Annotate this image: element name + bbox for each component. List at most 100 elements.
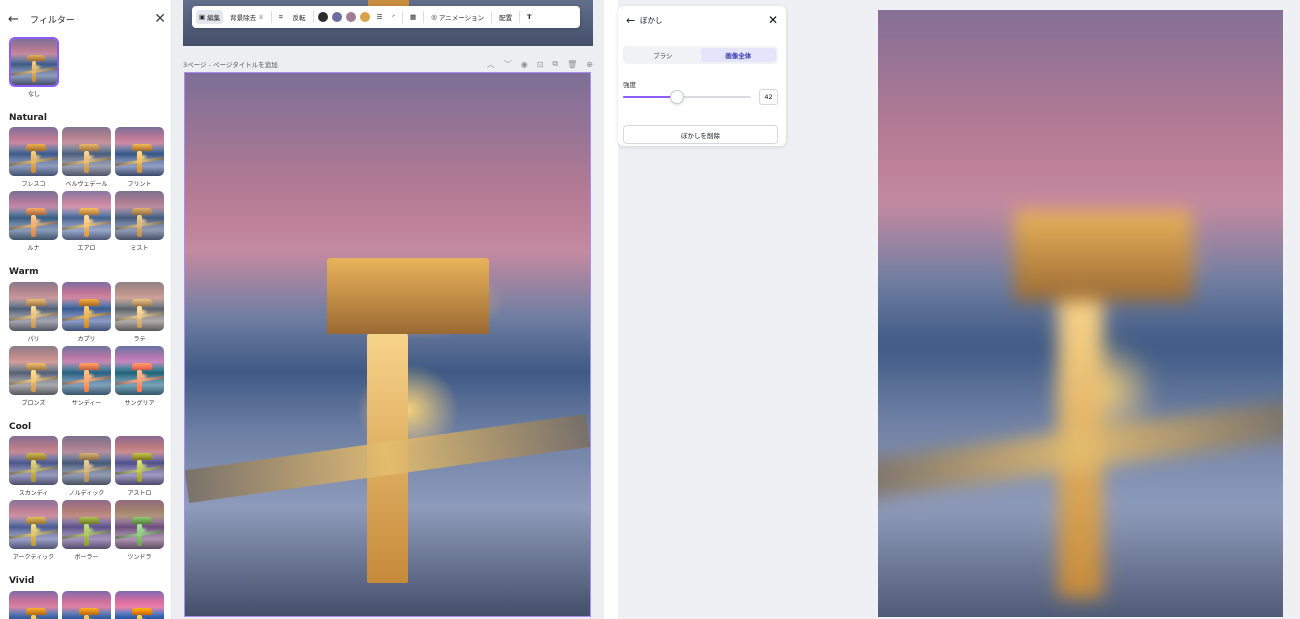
duplicate-icon[interactable]: ⧉ (552, 59, 558, 69)
copy-style-button[interactable]: T (524, 11, 534, 23)
filter-thumbnail[interactable] (9, 591, 58, 619)
color-swatch[interactable] (359, 12, 370, 22)
animation-button[interactable]: ◎ アニメーション (428, 10, 487, 24)
color-swatch[interactable] (345, 12, 356, 22)
transparency-button[interactable]: ▦ (407, 11, 419, 23)
filter-thumbnail[interactable] (9, 127, 58, 176)
lock-icon[interactable]: ⊡ (537, 60, 544, 69)
filter-label: フリント (127, 181, 152, 188)
filter-thumbnail[interactable] (115, 591, 164, 619)
filter-panel-header: ← フィルター ✕ (8, 10, 166, 28)
filter-thumbnail[interactable] (62, 127, 111, 176)
filter-thumbnail[interactable] (9, 436, 58, 485)
filter-label: フレスコ (21, 181, 46, 188)
paint-roller-icon: T (527, 13, 532, 21)
filter-preview-image (11, 39, 57, 85)
context-toolbar: ▣ 編集 背景除去 ♛ ⌗ 反転 ☰ ◜ ▦ ◎ アニメーション 配置 T (192, 6, 580, 28)
crop-button[interactable]: ⌗ (276, 11, 286, 24)
tab-whole-image[interactable]: 画像全体 (700, 48, 776, 62)
selected-image[interactable] (184, 72, 591, 617)
filter-thumbnail[interactable] (115, 346, 164, 395)
crown-icon: ♛ (258, 13, 264, 21)
blur-mode-tabs: ブラシ 画像全体 (623, 46, 778, 64)
filter-label: サンディー (71, 400, 102, 407)
edit-button-label: 編集 (207, 14, 221, 22)
filter-label: ボーラー (74, 554, 99, 561)
filter-thumbnail[interactable] (62, 282, 111, 331)
corner-icon: ◜ (392, 13, 396, 21)
toolbar-divider (519, 11, 521, 23)
animation-icon: ◎ (431, 13, 437, 21)
page-title[interactable]: 3ページ - ページタイトルを追加 (183, 59, 478, 69)
add-page-icon[interactable]: ⊕ (586, 60, 593, 69)
color-swatch[interactable] (331, 12, 342, 22)
filter-label: ルナ (27, 245, 40, 252)
filter-label: ツンドラ (127, 554, 152, 561)
filter-thumbnail[interactable] (115, 191, 164, 240)
filter-thumbnail[interactable] (115, 127, 164, 176)
filter-thumbnail[interactable] (9, 346, 58, 395)
filter-thumbnail[interactable] (62, 346, 111, 395)
filter-thumbnail[interactable] (115, 282, 164, 331)
toolbar-divider (423, 11, 425, 23)
checkerboard-icon: ▦ (410, 13, 417, 21)
close-icon[interactable]: ✕ (154, 11, 166, 27)
section-title-cool: Cool (9, 422, 32, 432)
filter-thumbnail[interactable] (62, 436, 111, 485)
filter-none-label: なし (27, 91, 40, 98)
blurred-budapest-photo (878, 10, 1283, 617)
close-icon[interactable]: ✕ (768, 13, 778, 27)
chevron-up-icon[interactable]: ︿ (487, 59, 495, 70)
back-arrow-icon[interactable]: ← (626, 14, 640, 27)
toolbar-divider (402, 11, 404, 23)
filter-label: カプリ (77, 336, 96, 343)
filter-none-thumbnail[interactable] (9, 37, 59, 87)
strength-slider-thumb[interactable] (669, 90, 684, 104)
strength-value-input[interactable]: 42 (759, 89, 778, 105)
filter-label: エアロ (77, 245, 96, 252)
filter-thumbnail[interactable] (62, 191, 111, 240)
filter-label: ミスト (130, 245, 149, 252)
toolbar-divider (312, 11, 314, 23)
budapest-photo (185, 73, 590, 616)
strength-slider[interactable] (623, 90, 751, 104)
animation-label: アニメーション (438, 14, 485, 22)
filter-panel: ← フィルター ✕ なし Natural フレスコ ベルヴェデール フリント ル… (0, 0, 172, 619)
blurred-image-preview[interactable] (878, 10, 1283, 617)
blur-panel: ← ぼかし ✕ ブラシ 画像全体 強度 42 ぼかしを削除 (618, 6, 786, 146)
corner-rounding-button[interactable]: ◜ (389, 11, 398, 23)
trash-icon[interactable]: 🗑 (567, 60, 577, 69)
position-label: 配置 (499, 14, 513, 22)
filter-label: ノルディック (68, 490, 105, 497)
filter-label: ブロンズ (21, 400, 46, 407)
filter-thumbnail[interactable] (115, 436, 164, 485)
filter-thumbnail[interactable] (115, 500, 164, 549)
tab-brush[interactable]: ブラシ (625, 48, 701, 62)
filter-thumbnail[interactable] (62, 500, 111, 549)
strength-slider-fill (623, 96, 677, 98)
eye-icon[interactable]: ◉ (521, 60, 528, 69)
color-swatch[interactable] (317, 12, 328, 22)
filter-thumbnail[interactable] (9, 500, 58, 549)
lines-icon: ☰ (376, 13, 383, 21)
remove-blur-button[interactable]: ぼかしを削除 (623, 125, 778, 144)
filter-thumbnail[interactable] (9, 282, 58, 331)
filter-label: スカンディ (18, 490, 49, 497)
border-style-button[interactable]: ☰ (374, 11, 386, 23)
section-title-warm: Warm (9, 267, 39, 277)
app-screen: { "filter_panel": { "title": "フィルター", "n… (0, 0, 1300, 619)
back-arrow-icon[interactable]: ← (8, 12, 24, 27)
bg-remove-label: 背景除去 (230, 14, 257, 22)
blur-workspace: ← ぼかし ✕ ブラシ 画像全体 強度 42 ぼかしを削除 (618, 0, 1300, 619)
crop-icon: ⌗ (278, 12, 283, 21)
chevron-down-icon[interactable]: ﹀ (504, 59, 512, 70)
edit-button[interactable]: ▣ 編集 (196, 10, 224, 24)
toolbar-divider (491, 11, 493, 23)
filter-thumbnail[interactable] (9, 191, 58, 240)
flip-button[interactable]: 反転 (290, 10, 309, 24)
filter-label: サングリア (124, 400, 155, 407)
bg-remove-button[interactable]: 背景除去 ♛ (227, 10, 267, 24)
filter-thumbnail[interactable] (62, 591, 111, 619)
position-button[interactable]: 配置 (496, 10, 515, 24)
filter-label: アークティック (12, 554, 55, 561)
